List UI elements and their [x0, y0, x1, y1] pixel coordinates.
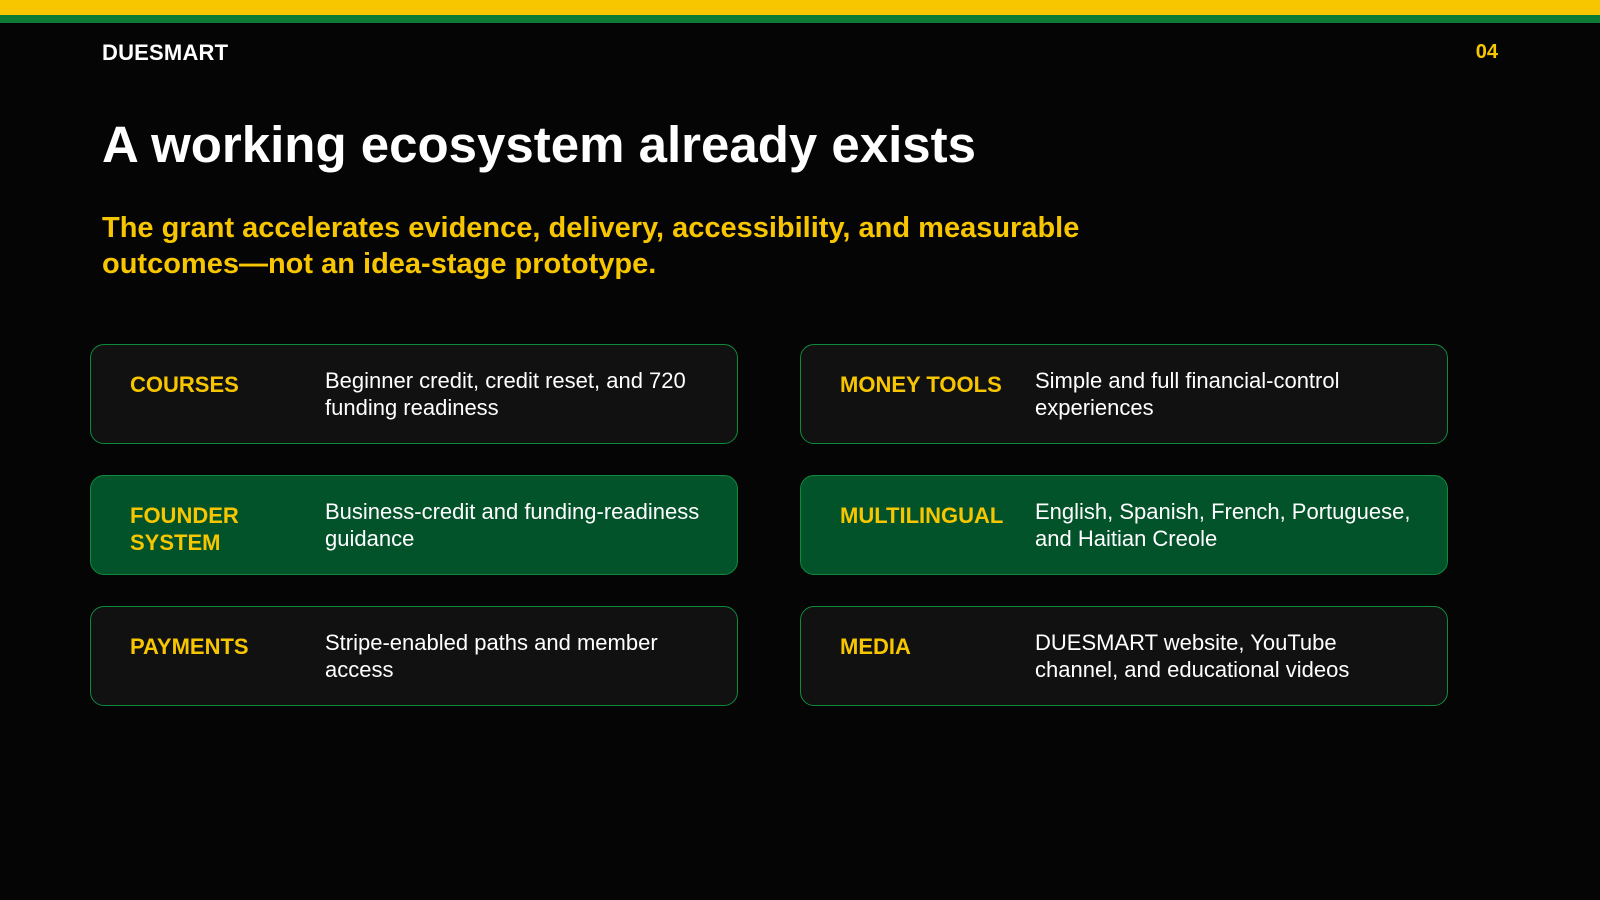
slide-subtitle: The grant accelerates evidence, delivery… — [102, 212, 1080, 280]
card-description: Beginner credit, credit reset, and 720 f… — [325, 368, 686, 420]
card-description: Simple and full financial-control experi… — [1035, 368, 1340, 420]
card-label: COURSES — [130, 372, 239, 397]
card-courses: COURSES Beginner credit, credit reset, a… — [90, 344, 738, 444]
card-label: PAYMENTS — [130, 634, 249, 659]
card-label: MULTILINGUAL — [840, 503, 1004, 528]
card-description: Business-credit and funding-readiness gu… — [325, 499, 700, 551]
card-payments: PAYMENTS Stripe-enabled paths and member… — [90, 606, 738, 706]
page-number: 04 — [1475, 41, 1498, 63]
card-description: DUESMART website, YouTube channel, and e… — [1035, 630, 1350, 682]
top-accent-band-yellow — [0, 0, 1600, 15]
slide-title: A working ecosystem already exists — [102, 116, 977, 173]
card-multilingual: MULTILINGUAL English, Spanish, French, P… — [800, 475, 1448, 575]
card-description: Stripe-enabled paths and member access — [325, 630, 658, 682]
card-description: English, Spanish, French, Portuguese, an… — [1035, 499, 1411, 551]
card-media: MEDIA DUESMART website, YouTube channel,… — [800, 606, 1448, 706]
card-label: MONEY TOOLS — [840, 372, 1002, 397]
card-label: MEDIA — [840, 634, 911, 659]
card-founder-system: FOUNDER SYSTEM Business-credit and fundi… — [90, 475, 738, 575]
card-label: FOUNDER SYSTEM — [130, 503, 239, 555]
brand-name: DUESMART — [102, 40, 229, 65]
card-money-tools: MONEY TOOLS Simple and full financial-co… — [800, 344, 1448, 444]
top-accent-band-green — [0, 15, 1600, 23]
